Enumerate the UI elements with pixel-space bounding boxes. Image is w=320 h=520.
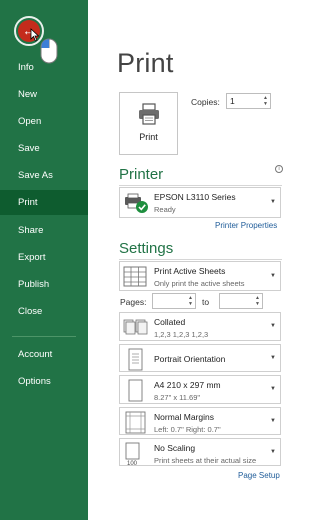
print-button-label: Print bbox=[139, 132, 158, 142]
nav-item-info[interactable]: Info bbox=[0, 55, 88, 80]
sheets-icon bbox=[123, 266, 147, 287]
scaling-icon-text: 100 bbox=[127, 461, 138, 466]
orientation-select[interactable]: Portrait Orientation ▼ bbox=[119, 344, 281, 372]
collation-title: Collated bbox=[154, 317, 186, 327]
nav-item-close[interactable]: Close bbox=[0, 299, 88, 324]
nav-item-options[interactable]: Options bbox=[0, 369, 88, 394]
print-what-title: Print Active Sheets bbox=[154, 266, 226, 276]
printer-divider bbox=[119, 185, 282, 186]
info-icon[interactable]: i bbox=[275, 165, 283, 173]
nav-divider bbox=[12, 336, 76, 337]
collated-icon bbox=[123, 319, 148, 335]
paper-size-select[interactable]: A4 210 x 297 mm 8.27" x 11.69" ▼ bbox=[119, 375, 281, 404]
printer-name: EPSON L3110 Series bbox=[154, 192, 236, 202]
copies-stepper[interactable]: 1 ▲ ▼ bbox=[226, 93, 271, 109]
backstage-nav: ← Info New Open Save Save As Print Share… bbox=[0, 0, 88, 520]
margins-title: Normal Margins bbox=[154, 412, 214, 422]
printer-properties-link[interactable]: Printer Properties bbox=[215, 221, 277, 230]
chevron-down-icon: ▼ bbox=[270, 199, 276, 205]
print-what-select[interactable]: Print Active Sheets Only print the activ… bbox=[119, 261, 281, 291]
print-what-subtitle: Only print the active sheets bbox=[154, 279, 245, 288]
pages-label: Pages: bbox=[120, 297, 147, 307]
nav-item-account[interactable]: Account bbox=[0, 342, 88, 367]
print-button[interactable]: Print bbox=[119, 92, 178, 155]
chevron-down-icon: ▼ bbox=[270, 323, 276, 329]
chevron-down-icon: ▼ bbox=[270, 355, 276, 361]
copies-label: Copies: bbox=[191, 97, 220, 107]
nav-item-new[interactable]: New bbox=[0, 82, 88, 107]
pages-to-label: to bbox=[202, 297, 210, 307]
copies-spin-icon[interactable]: ▲ ▼ bbox=[263, 95, 268, 107]
chevron-down-icon: ▼ bbox=[270, 386, 276, 392]
nav-item-save-as[interactable]: Save As bbox=[0, 163, 88, 188]
pages-from-spin-icon[interactable]: ▲ ▼ bbox=[188, 295, 193, 307]
settings-heading: Settings bbox=[119, 240, 174, 257]
pages-to-spin-icon[interactable]: ▲ ▼ bbox=[255, 295, 260, 307]
margins-icon bbox=[125, 411, 146, 434]
scaling-subtitle: Print sheets at their actual size bbox=[154, 456, 257, 465]
nav-item-share[interactable]: Share bbox=[0, 218, 88, 243]
printer-heading: Printer bbox=[119, 166, 164, 183]
printer-select[interactable]: EPSON L3110 Series Ready ▼ bbox=[119, 187, 281, 218]
portrait-page-icon bbox=[128, 348, 143, 371]
scaling-title: No Scaling bbox=[154, 443, 196, 453]
nav-item-publish[interactable]: Publish bbox=[0, 272, 88, 297]
collation-select[interactable]: Collated 1,2,3 1,2,3 1,2,3 ▼ bbox=[119, 312, 281, 341]
chevron-down-icon: ▼ bbox=[270, 273, 276, 279]
chevron-down-icon: ▼ bbox=[270, 449, 276, 455]
paper-size-title: A4 210 x 297 mm bbox=[154, 380, 221, 390]
chevron-down-icon: ▼ bbox=[270, 418, 276, 424]
page-setup-link[interactable]: Page Setup bbox=[238, 471, 280, 480]
margins-select[interactable]: Normal Margins Left: 0.7" Right: 0.7" ▼ bbox=[119, 407, 281, 435]
orientation-title: Portrait Orientation bbox=[154, 354, 226, 364]
printer-ready-icon bbox=[125, 193, 148, 213]
margins-subtitle: Left: 0.7" Right: 0.7" bbox=[154, 425, 221, 434]
scaling-icon: 100 bbox=[125, 442, 140, 466]
paper-size-subtitle: 8.27" x 11.69" bbox=[154, 393, 201, 402]
nav-item-save[interactable]: Save bbox=[0, 136, 88, 161]
printer-status: Ready bbox=[154, 205, 176, 214]
copies-value: 1 bbox=[230, 96, 235, 106]
scaling-select[interactable]: 100 No Scaling Print sheets at their act… bbox=[119, 438, 281, 466]
page-title: Print bbox=[117, 48, 174, 78]
nav-item-export[interactable]: Export bbox=[0, 245, 88, 270]
nav-item-print[interactable]: Print bbox=[0, 190, 88, 215]
mouse-pointer-icon bbox=[30, 28, 40, 42]
printer-icon bbox=[139, 103, 159, 125]
collation-subtitle: 1,2,3 1,2,3 1,2,3 bbox=[154, 330, 209, 339]
nav-item-open[interactable]: Open bbox=[0, 109, 88, 134]
settings-divider bbox=[119, 259, 282, 260]
paper-size-icon bbox=[128, 379, 143, 402]
pages-to-input[interactable]: ▲ ▼ bbox=[219, 293, 263, 309]
pages-from-input[interactable]: ▲ ▼ bbox=[152, 293, 196, 309]
